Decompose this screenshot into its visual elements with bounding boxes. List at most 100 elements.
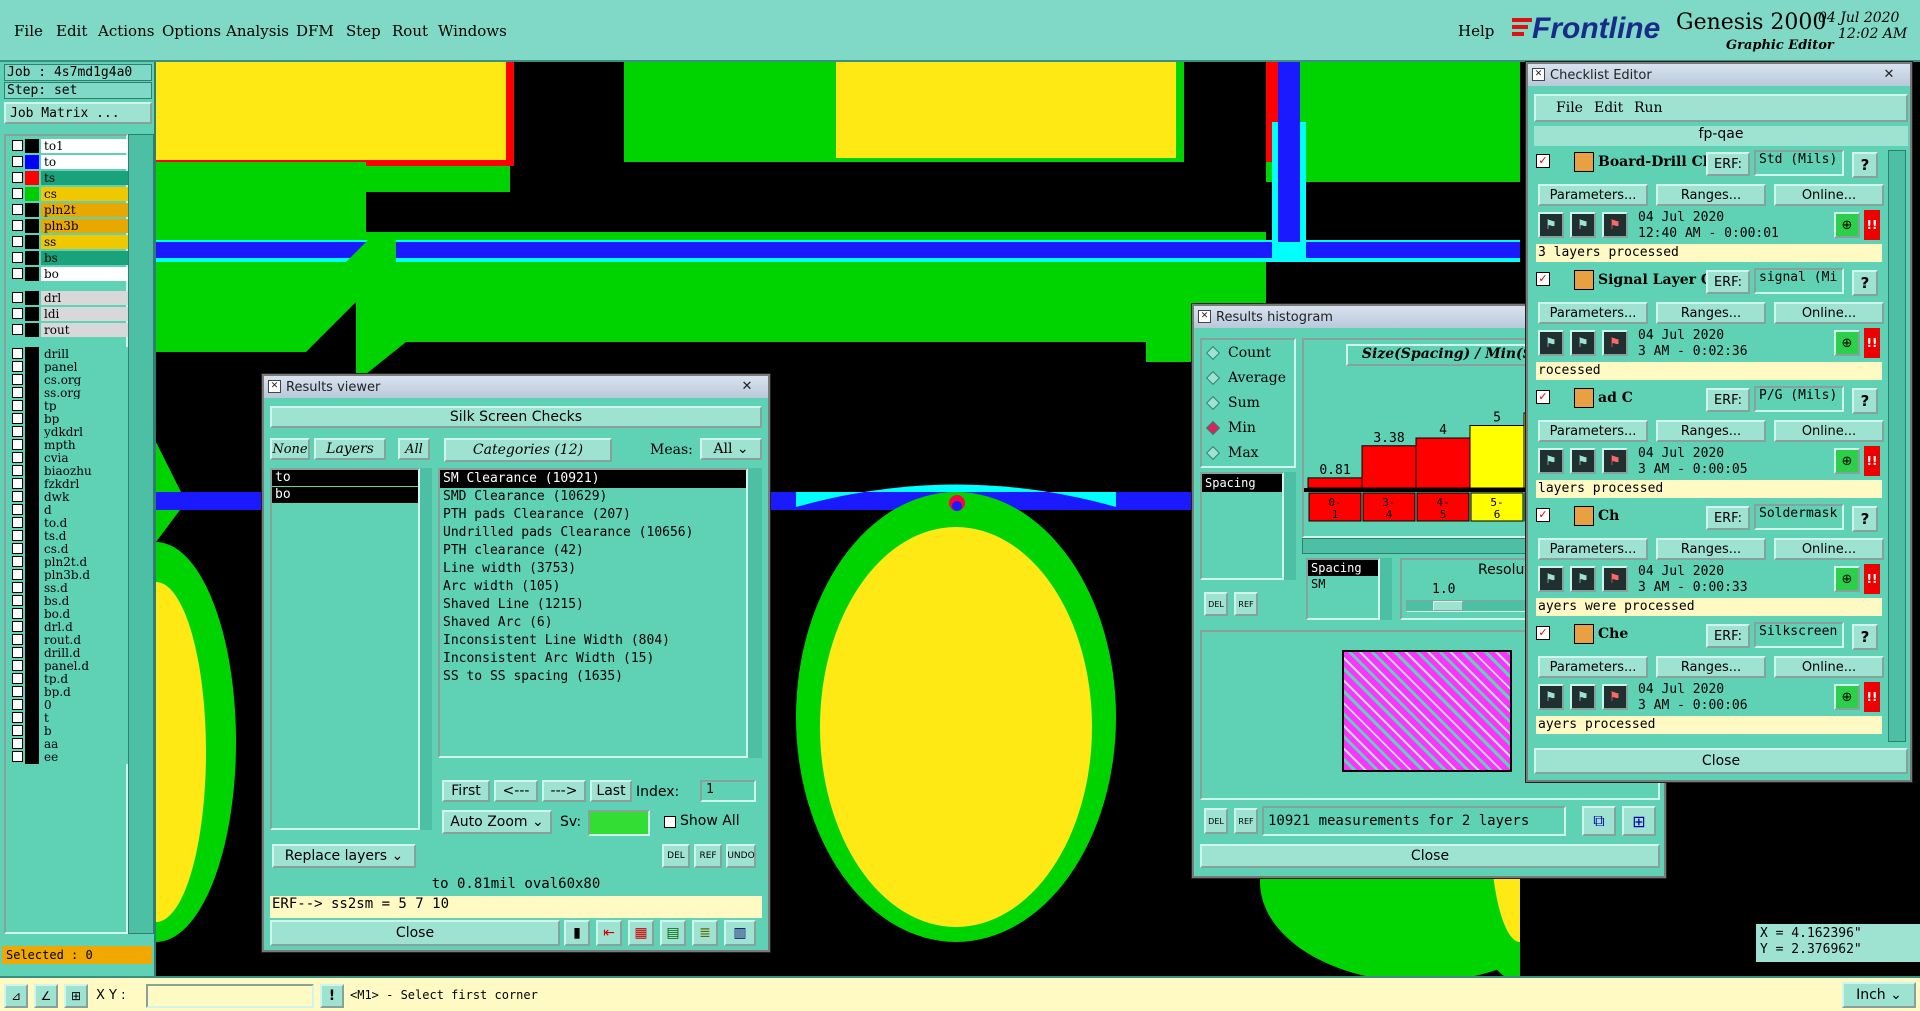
layer-row[interactable]: pln2t bbox=[12, 202, 130, 217]
layer-results-list[interactable]: to bo bbox=[270, 468, 420, 830]
radio-diamond-icon[interactable] bbox=[1205, 395, 1221, 410]
entry-checkbox[interactable]: ✓ bbox=[1536, 154, 1550, 168]
ref-button[interactable]: REF bbox=[1234, 808, 1258, 834]
parameters-button[interactable]: Parameters... bbox=[1538, 656, 1648, 678]
layer-checkbox[interactable] bbox=[12, 569, 23, 580]
first-button[interactable]: First bbox=[442, 780, 490, 802]
run-icon[interactable]: ⚑ bbox=[1538, 448, 1564, 474]
ranges-button[interactable]: Ranges... bbox=[1656, 538, 1766, 560]
undo-button[interactable]: UNDO bbox=[726, 844, 756, 868]
category-item[interactable]: Shaved Line (1215) bbox=[440, 596, 746, 614]
entry-checkbox[interactable]: ✓ bbox=[1536, 272, 1550, 286]
layer-row[interactable]: rout bbox=[12, 322, 130, 337]
measurement-preview[interactable] bbox=[1342, 650, 1512, 772]
category-item[interactable]: Line width (3753) bbox=[440, 560, 746, 578]
layer-row[interactable]: ldi bbox=[12, 306, 130, 321]
category-item[interactable]: SM Clearance (10921) bbox=[440, 470, 746, 488]
erf-field[interactable]: signal (Mi bbox=[1754, 268, 1844, 294]
layer-row[interactable]: ee bbox=[12, 749, 130, 764]
radio-diamond-icon[interactable] bbox=[1205, 370, 1221, 385]
layer-checkbox[interactable] bbox=[12, 465, 23, 476]
meas-select[interactable]: All ⌄ bbox=[700, 438, 762, 460]
category-item[interactable]: Inconsistent Arc Width (15) bbox=[440, 650, 746, 668]
mode-option[interactable]: Count bbox=[1202, 340, 1294, 365]
erf-field[interactable]: Soldermask bbox=[1754, 504, 1844, 530]
layer-checkbox[interactable] bbox=[12, 608, 23, 619]
layer-color-swatch[interactable] bbox=[25, 202, 39, 217]
all-button[interactable]: All bbox=[398, 438, 430, 460]
checklist-close-button[interactable]: Close bbox=[1534, 748, 1908, 774]
layer-checkbox[interactable] bbox=[12, 478, 23, 489]
xy-input[interactable] bbox=[146, 984, 314, 1008]
layer-checkbox[interactable] bbox=[12, 348, 23, 359]
entry-checkbox[interactable]: ✓ bbox=[1536, 390, 1550, 404]
del-button[interactable]: DEL bbox=[662, 844, 690, 868]
parameters-button[interactable]: Parameters... bbox=[1538, 538, 1648, 560]
checklist-menu-file[interactable]: File bbox=[1556, 100, 1583, 116]
zoom-icon[interactable]: ⊞ bbox=[1622, 806, 1656, 836]
layer-checkbox[interactable] bbox=[12, 324, 23, 335]
layer-checkbox[interactable] bbox=[12, 543, 23, 554]
layer-color-swatch[interactable] bbox=[25, 266, 39, 281]
export-icon[interactable]: ⧉ bbox=[1582, 806, 1616, 836]
grid-snap-icon[interactable]: ⊞ bbox=[64, 984, 88, 1008]
entry-name[interactable]: ad C bbox=[1598, 390, 1708, 406]
layer-checkbox[interactable] bbox=[12, 172, 23, 183]
stop-icon[interactable]: ⚑ bbox=[1602, 684, 1628, 710]
online-button[interactable]: Online... bbox=[1774, 420, 1884, 442]
category-list-scrollbar[interactable] bbox=[748, 468, 762, 758]
list-item[interactable]: SM bbox=[1308, 576, 1378, 592]
layer-checkbox[interactable] bbox=[12, 556, 23, 567]
layer-color-swatch[interactable] bbox=[25, 290, 39, 305]
category-item[interactable]: Arc width (105) bbox=[440, 578, 746, 596]
layer-color-swatch[interactable] bbox=[25, 234, 39, 249]
list-item[interactable]: bo bbox=[272, 487, 418, 503]
next-button[interactable]: ---> bbox=[542, 780, 586, 802]
layer-row[interactable]: cs bbox=[12, 186, 130, 201]
layer-checkbox[interactable] bbox=[12, 621, 23, 632]
layer-checkbox[interactable] bbox=[12, 660, 23, 671]
layer-checkbox[interactable] bbox=[12, 595, 23, 606]
checklist-menu-edit[interactable]: Edit bbox=[1594, 100, 1623, 116]
histogram-bar[interactable] bbox=[1469, 425, 1525, 489]
layer-checkbox[interactable] bbox=[12, 725, 23, 736]
category-item[interactable]: SMD Clearance (10629) bbox=[440, 488, 746, 506]
layer-checkbox[interactable] bbox=[12, 413, 23, 424]
layer-checkbox[interactable] bbox=[12, 439, 23, 450]
help-icon[interactable]: ? bbox=[1852, 624, 1878, 650]
layer-checkbox[interactable] bbox=[12, 517, 23, 528]
erf-field[interactable]: Silkscreen bbox=[1754, 622, 1844, 648]
layer-checkbox[interactable] bbox=[12, 751, 23, 762]
erf-button[interactable]: ERF: bbox=[1706, 152, 1750, 176]
layer-color-swatch[interactable] bbox=[25, 138, 39, 153]
parameters-button[interactable]: Parameters... bbox=[1538, 420, 1648, 442]
warning-icon[interactable]: !! bbox=[1864, 446, 1880, 476]
layer-checkbox[interactable] bbox=[12, 292, 23, 303]
category-list[interactable]: SM Clearance (10921) SMD Clearance (10629… bbox=[438, 468, 748, 758]
histogram-bar[interactable] bbox=[1415, 437, 1471, 489]
mode-option[interactable]: Average bbox=[1202, 365, 1294, 390]
entry-checkbox[interactable]: ✓ bbox=[1536, 626, 1550, 640]
layer-checkbox[interactable] bbox=[12, 686, 23, 697]
menu-actions[interactable]: Actions bbox=[98, 22, 154, 40]
layer-checkbox[interactable] bbox=[12, 491, 23, 502]
results-close-button[interactable]: Close bbox=[270, 920, 560, 946]
checklist-menu-run[interactable]: Run bbox=[1634, 100, 1663, 116]
spacing-scrollbar[interactable] bbox=[1380, 558, 1392, 620]
entry-name[interactable]: Ch bbox=[1598, 508, 1708, 524]
entry-name[interactable]: Board-Drill Che bbox=[1598, 154, 1708, 170]
histogram-field-list[interactable]: Spacing bbox=[1200, 472, 1284, 580]
mode-option[interactable]: Min bbox=[1202, 415, 1294, 440]
run-icon[interactable]: ⚑ bbox=[1538, 566, 1564, 592]
spacing-list[interactable]: Spacing SM bbox=[1306, 558, 1380, 620]
grid-icon[interactable]: ▦ bbox=[628, 920, 654, 946]
layer-checkbox[interactable] bbox=[12, 268, 23, 279]
run-icon[interactable]: ⚑ bbox=[1538, 212, 1564, 238]
warning-icon[interactable]: !! bbox=[1864, 328, 1880, 358]
parameters-button[interactable]: Parameters... bbox=[1538, 302, 1648, 324]
warning-icon[interactable]: !! bbox=[1864, 210, 1880, 240]
erf-button[interactable]: ERF: bbox=[1706, 624, 1750, 648]
list-item[interactable]: Spacing bbox=[1308, 560, 1378, 576]
stop-icon[interactable]: ⚑ bbox=[1602, 566, 1628, 592]
erf-button[interactable]: ERF: bbox=[1706, 506, 1750, 530]
